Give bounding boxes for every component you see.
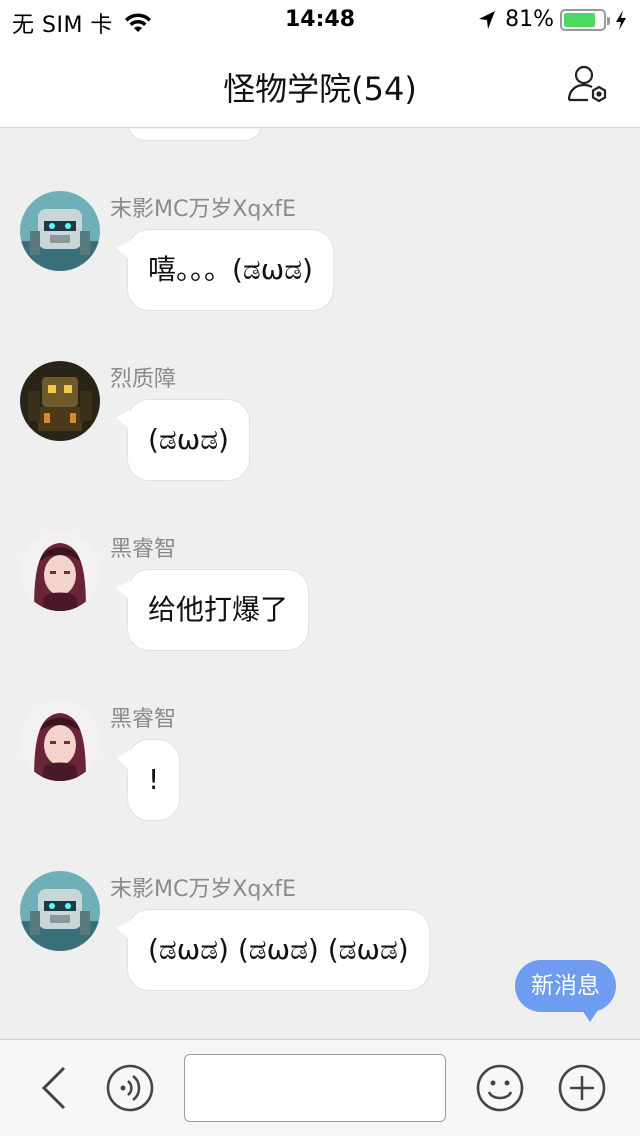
group-settings-icon[interactable] — [566, 62, 610, 106]
input-toolbar — [0, 1039, 640, 1136]
charging-bolt-icon — [616, 9, 626, 30]
sender-name: 末影MC万岁XqxfE — [110, 877, 297, 902]
location-arrow-icon — [479, 10, 496, 29]
message-input[interactable] — [184, 1054, 446, 1122]
mecha-avatar[interactable] — [20, 361, 100, 441]
robot-avatar[interactable] — [20, 871, 100, 951]
battery-percent: 81% — [505, 7, 554, 32]
sender-name: 黑睿智 — [110, 537, 177, 562]
robot-avatar[interactable] — [20, 191, 100, 271]
battery-level-fill — [564, 12, 595, 27]
chat-area[interactable]: 末影MC万岁XqxfE 嘻。。。(ಡωಡ) 烈质障 (ಡωಡ) 黑睿智 给他打爆… — [0, 129, 640, 1039]
back-icon[interactable] — [36, 1064, 72, 1112]
message-bubble[interactable]: 给他打爆了 — [115, 569, 310, 651]
message-bubble[interactable]: ! — [115, 739, 181, 821]
sender-name: 黑睿智 — [110, 707, 177, 732]
anime-girl-avatar[interactable] — [20, 701, 100, 781]
status-bar: 无 SIM 卡 14:48 81% — [0, 0, 640, 40]
battery-cap — [607, 16, 610, 25]
emoji-icon[interactable] — [476, 1064, 524, 1112]
message-bubble[interactable]: (ಡωಡ) (ಡωಡ) (ಡωಡ) — [116, 909, 430, 991]
anime-girl-avatar[interactable] — [20, 531, 100, 611]
sender-name: 烈质障 — [110, 367, 177, 392]
nav-bar: 怪物学院(54) — [0, 40, 640, 128]
message-bubble[interactable]: (ಡωಡ) — [116, 399, 250, 481]
status-right: 81% — [477, 7, 628, 32]
plus-icon[interactable] — [558, 1064, 606, 1112]
message-bubble[interactable]: 嘻。。。(ಡωಡ) — [116, 229, 334, 311]
previous-message-bubble — [128, 129, 262, 141]
sender-name: 末影MC万岁XqxfE — [110, 197, 297, 222]
new-message-button[interactable]: 新消息 — [515, 960, 616, 1022]
battery-icon — [560, 8, 610, 31]
page-title: 怪物学院(54) — [223, 70, 417, 108]
voice-icon[interactable] — [106, 1064, 154, 1112]
